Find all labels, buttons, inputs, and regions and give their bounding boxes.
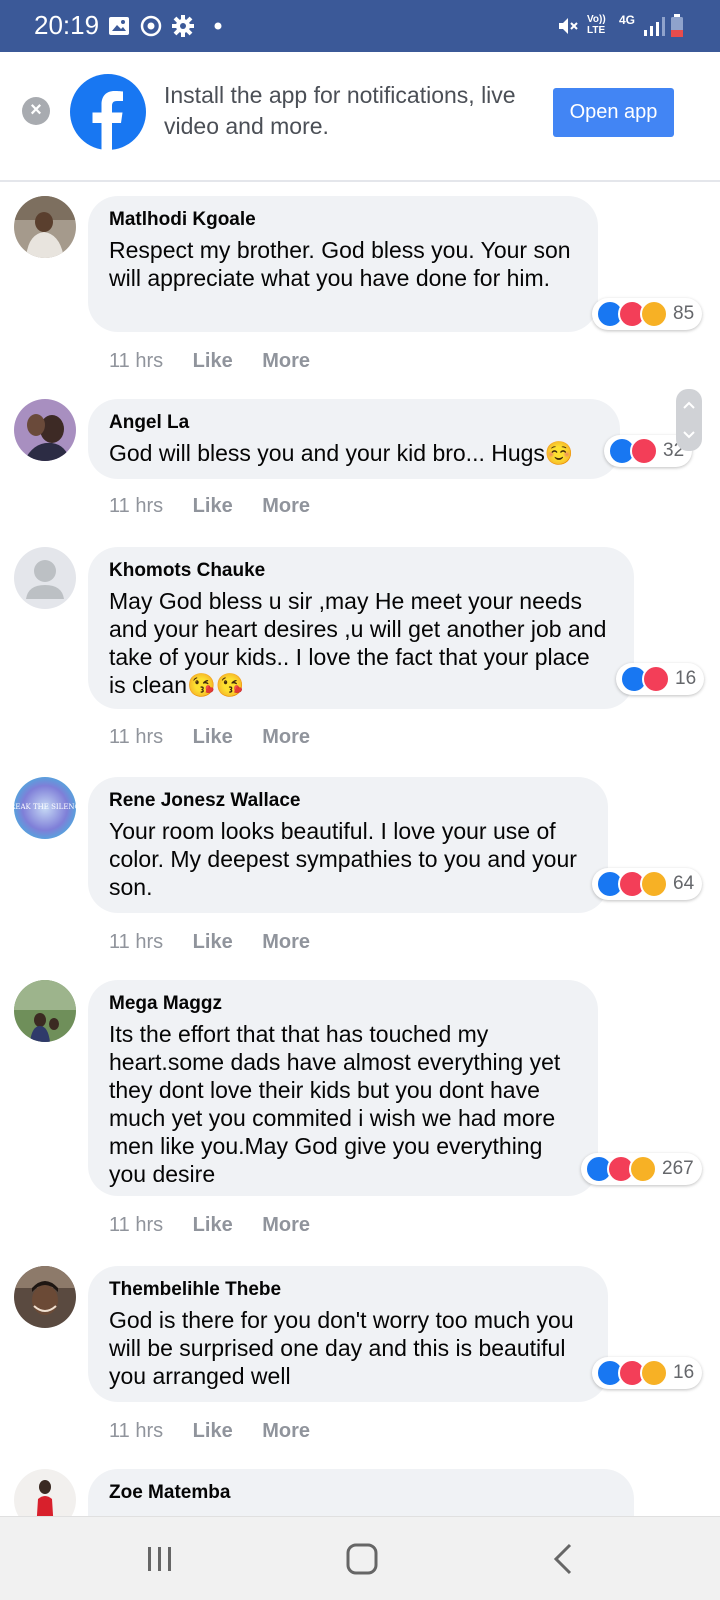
love-reaction-icon bbox=[630, 437, 658, 465]
comment-time[interactable]: 11 hrs bbox=[109, 495, 163, 517]
status-bar: 20:19 Vo)) LTE 4G bbox=[0, 0, 720, 52]
comment-text: May God bless u sir ,may He meet your ne… bbox=[109, 588, 607, 698]
comment-time[interactable]: 11 hrs bbox=[109, 931, 163, 953]
reaction-summary[interactable]: 16 bbox=[592, 1357, 703, 1389]
reaction-count: 267 bbox=[662, 1158, 694, 1179]
comment-time[interactable]: 11 hrs bbox=[109, 1420, 163, 1442]
avatar[interactable] bbox=[14, 1266, 76, 1328]
comment-meta: 11 hrs Like More bbox=[109, 1214, 334, 1237]
facebook-logo-icon bbox=[70, 74, 146, 150]
status-time: 20:19 bbox=[34, 10, 100, 40]
comment-author[interactable]: Matlhodi Kgoale bbox=[109, 208, 576, 232]
open-app-button[interactable]: Open app bbox=[553, 88, 674, 137]
reaction-count: 16 bbox=[675, 668, 697, 689]
home-icon[interactable] bbox=[342, 1539, 382, 1579]
back-icon[interactable] bbox=[544, 1539, 584, 1579]
comment-bubble: Thembelihle Thebe God is there for you d… bbox=[88, 1266, 608, 1402]
recent-apps-icon[interactable] bbox=[140, 1539, 180, 1579]
mute-icon bbox=[559, 18, 578, 34]
reaction-summary[interactable]: 85 bbox=[592, 298, 703, 330]
comment-author[interactable]: Mega Maggz bbox=[109, 992, 576, 1016]
comment-time[interactable]: 11 hrs bbox=[109, 726, 163, 748]
avatar[interactable] bbox=[14, 1469, 76, 1516]
comment-bubble: Matlhodi Kgoale Respect my brother. God … bbox=[88, 196, 598, 332]
comment-time[interactable]: 11 hrs bbox=[109, 350, 163, 372]
like-link[interactable]: Like bbox=[193, 1214, 233, 1236]
avatar[interactable]: BREAK THE SILENCE bbox=[14, 777, 76, 839]
reaction-summary[interactable]: 16 bbox=[616, 663, 705, 695]
comment-text: Its the effort that that has touched my … bbox=[109, 1021, 561, 1187]
more-link[interactable]: More bbox=[262, 1214, 310, 1236]
gear-icon bbox=[172, 15, 194, 37]
like-link[interactable]: Like bbox=[193, 726, 233, 748]
comment-author[interactable]: Rene Jonesz Wallace bbox=[109, 789, 586, 813]
comment-text: Respect my brother. God bless you. Your … bbox=[109, 237, 571, 291]
avatar[interactable] bbox=[14, 196, 76, 258]
avatar[interactable] bbox=[14, 547, 76, 609]
comment-meta: 11 hrs Like More bbox=[109, 350, 334, 373]
system-nav-bar bbox=[0, 1516, 720, 1600]
sync-icon bbox=[140, 15, 162, 37]
reaction-count: 85 bbox=[673, 303, 695, 324]
avatar[interactable] bbox=[14, 399, 76, 461]
close-banner-button[interactable]: × bbox=[22, 97, 50, 125]
comment-bubble: Khomots Chauke May God bless u sir ,may … bbox=[88, 547, 634, 709]
more-link[interactable]: More bbox=[262, 495, 310, 517]
more-link[interactable]: More bbox=[262, 726, 310, 748]
like-link[interactable]: Like bbox=[193, 495, 233, 517]
comment-author[interactable]: Angel La bbox=[109, 411, 598, 435]
comment-meta: 11 hrs Like More bbox=[109, 1420, 334, 1443]
install-app-banner: × Install the app for notifications, liv… bbox=[0, 52, 720, 182]
avatar[interactable] bbox=[14, 980, 76, 1042]
comment-author[interactable]: Khomots Chauke bbox=[109, 559, 612, 583]
care-reaction-icon bbox=[640, 300, 668, 328]
comment-bubble: Zoe Matemba bbox=[88, 1469, 634, 1516]
comment-text: Your room looks beautiful. I love your u… bbox=[109, 818, 577, 900]
comment-author[interactable]: Zoe Matemba bbox=[109, 1481, 612, 1505]
comment-text: God will bless you and your kid bro... H… bbox=[109, 440, 574, 466]
reaction-count: 64 bbox=[673, 873, 695, 894]
care-reaction-icon bbox=[629, 1155, 657, 1183]
dot-icon bbox=[214, 22, 222, 30]
more-link[interactable]: More bbox=[262, 1420, 310, 1442]
comment-meta: 11 hrs Like More bbox=[109, 726, 334, 749]
comment-bubble: Rene Jonesz Wallace Your room looks beau… bbox=[88, 777, 608, 913]
more-link[interactable]: More bbox=[262, 931, 310, 953]
reaction-summary[interactable]: 267 bbox=[581, 1153, 702, 1185]
battery-icon bbox=[671, 14, 683, 37]
care-reaction-icon bbox=[640, 1359, 668, 1387]
comment-meta: 11 hrs Like More bbox=[109, 931, 334, 954]
reaction-count: 16 bbox=[673, 1362, 695, 1383]
comment-text: God is there for you don't worry too muc… bbox=[109, 1307, 574, 1389]
more-link[interactable]: More bbox=[262, 350, 310, 372]
love-reaction-icon bbox=[642, 665, 670, 693]
like-link[interactable]: Like bbox=[193, 350, 233, 372]
like-link[interactable]: Like bbox=[193, 1420, 233, 1442]
4g-icon: 4G bbox=[619, 13, 636, 27]
comment-bubble: Angel La God will bless you and your kid… bbox=[88, 399, 620, 479]
comment-meta: 11 hrs Like More bbox=[109, 495, 334, 518]
comment-time[interactable]: 11 hrs bbox=[109, 1214, 163, 1236]
banner-text: Install the app for notifications, live … bbox=[164, 82, 516, 139]
signal-icon bbox=[644, 17, 665, 36]
volte-icon: Vo)) LTE bbox=[587, 14, 606, 36]
comment-author[interactable]: Thembelihle Thebe bbox=[109, 1278, 586, 1302]
fast-scroll-handle[interactable] bbox=[676, 389, 702, 451]
like-link[interactable]: Like bbox=[193, 931, 233, 953]
care-reaction-icon bbox=[640, 870, 668, 898]
image-icon bbox=[109, 17, 129, 35]
avatar-text: BREAK THE SILENCE bbox=[14, 803, 76, 811]
comment-list: Matlhodi Kgoale Respect my brother. God … bbox=[0, 184, 720, 1516]
comment-bubble: Mega Maggz Its the effort that that has … bbox=[88, 980, 598, 1196]
reaction-summary[interactable]: 64 bbox=[592, 868, 703, 900]
